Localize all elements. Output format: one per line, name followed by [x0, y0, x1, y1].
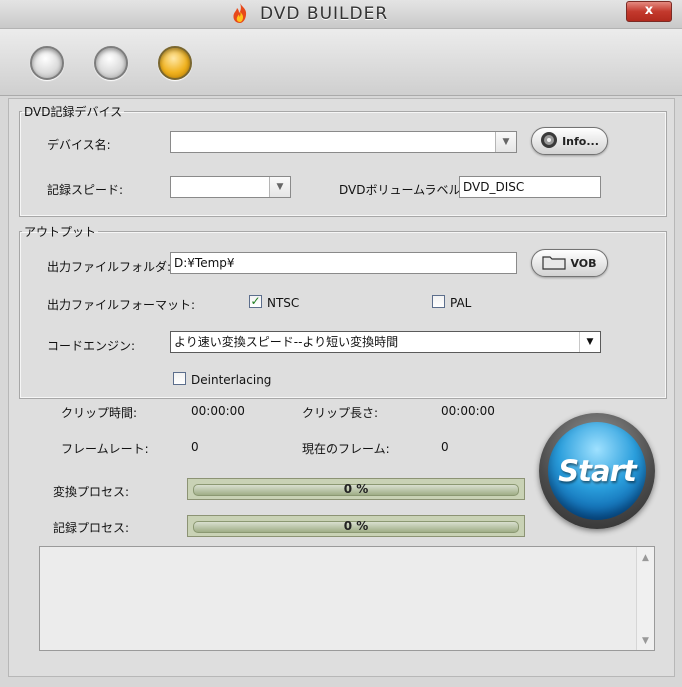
frame-rate-label: フレームレート: — [61, 442, 149, 456]
vob-button-label: VOB — [570, 256, 597, 270]
dvd-device-group: DVD記録デバイス — [19, 103, 667, 217]
vob-button[interactable]: VOB — [531, 249, 608, 277]
output-legend: アウトプット — [24, 225, 97, 239]
start-button-ring: Start — [539, 413, 655, 529]
volume-label-input[interactable]: DVD_DISC — [459, 176, 601, 198]
code-engine-value: より速い変換スピード--より短い変換時間 — [174, 335, 399, 349]
start-button[interactable]: Start — [548, 422, 646, 520]
output-folder-value: D:¥Temp¥ — [174, 256, 235, 270]
chevron-down-icon[interactable]: ▼ — [495, 132, 516, 152]
step-2-button[interactable] — [94, 46, 128, 80]
disc-icon — [540, 131, 558, 152]
record-speed-label: 記録スピード: — [47, 183, 124, 197]
info-button-label: Info... — [562, 134, 599, 148]
output-folder-label: 出力ファイルフォルダ: — [47, 260, 172, 274]
clip-time-label: クリップ時間: — [61, 406, 138, 420]
code-engine-select[interactable]: より速い変換スピード--より短い変換時間 ▼ — [170, 331, 601, 353]
clip-time-value: 00:00:00 — [191, 404, 245, 418]
title-bar: DVD BUILDER x — [0, 0, 682, 29]
output-folder-input[interactable]: D:¥Temp¥ — [170, 252, 517, 274]
device-name-select[interactable]: ▼ — [170, 131, 517, 153]
flame-logo-icon — [228, 1, 252, 28]
window-title: DVD BUILDER — [260, 4, 389, 24]
pal-checkbox[interactable] — [432, 295, 445, 308]
close-button[interactable]: x — [626, 1, 672, 22]
convert-progress-bar: 0 % — [187, 478, 525, 500]
main-panel: DVD記録デバイス デバイス名: ▼ Info... 記録スピード: ▼ DVD… — [8, 98, 675, 677]
ntsc-label: NTSC — [267, 296, 300, 310]
device-name-label: デバイス名: — [47, 138, 111, 152]
title-group: DVD BUILDER — [228, 1, 389, 28]
convert-progress-label: 変換プロセス: — [53, 485, 130, 499]
ntsc-checkbox[interactable]: ✓ — [249, 295, 262, 308]
volume-label-value: DVD_DISC — [463, 180, 525, 194]
dvd-device-legend: DVD記録デバイス — [24, 105, 123, 119]
current-frame-label: 現在のフレーム: — [302, 442, 390, 456]
record-progress-bar: 0 % — [187, 515, 525, 537]
record-progress-text: 0 % — [343, 519, 369, 533]
clip-length-label: クリップ長さ: — [302, 406, 379, 420]
code-engine-label: コードエンジン: — [47, 339, 136, 353]
toolbar — [0, 29, 682, 96]
current-frame-value: 0 — [441, 440, 449, 454]
chevron-down-icon[interactable]: ▼ — [579, 332, 600, 352]
output-format-label: 出力ファイルフォーマット: — [47, 298, 196, 312]
volume-label-label: DVDボリュームラベル: — [339, 183, 465, 197]
log-textarea[interactable]: ▲ ▼ — [39, 546, 655, 651]
clip-length-value: 00:00:00 — [441, 404, 495, 418]
deinterlacing-checkbox[interactable] — [173, 372, 186, 385]
record-progress-label: 記録プロセス: — [53, 521, 130, 535]
step-1-button[interactable] — [30, 46, 64, 80]
folder-icon — [542, 254, 567, 273]
record-speed-select[interactable]: ▼ — [170, 176, 291, 198]
scroll-down-arrow-icon[interactable]: ▼ — [637, 636, 654, 646]
deinterlacing-label: Deinterlacing — [191, 373, 272, 387]
step-3-button[interactable] — [158, 46, 192, 80]
convert-progress-text: 0 % — [343, 482, 369, 496]
scroll-up-arrow-icon[interactable]: ▲ — [637, 553, 654, 563]
start-button-label: Start — [558, 454, 636, 488]
info-button[interactable]: Info... — [531, 127, 608, 155]
log-scrollbar[interactable]: ▲ ▼ — [636, 547, 654, 650]
frame-rate-value: 0 — [191, 440, 199, 454]
chevron-down-icon[interactable]: ▼ — [269, 177, 290, 197]
pal-label: PAL — [450, 296, 472, 310]
